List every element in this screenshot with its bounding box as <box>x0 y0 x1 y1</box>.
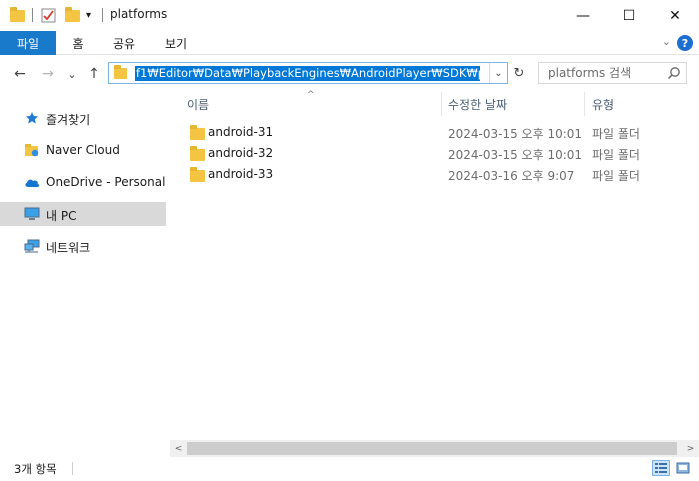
refresh-button[interactable]: ↻ <box>510 64 528 82</box>
column-header-name[interactable]: 이름 <box>187 92 437 116</box>
folder-icon <box>190 146 205 161</box>
sidebar-item-label: 네트워크 <box>46 241 91 255</box>
sidebar-item-onedrive[interactable]: OneDrive - Personal <box>0 170 166 194</box>
tab-home[interactable]: 홈 <box>58 31 98 55</box>
large-icons-view-icon <box>676 462 690 474</box>
sidebar-item-quick-access[interactable]: 즐겨찾기 <box>0 106 166 130</box>
ribbon-tabs: 파일 홈 공유 보기 ⌄ ? <box>0 31 699 55</box>
divider <box>32 8 33 22</box>
search-box[interactable] <box>538 62 687 84</box>
column-divider[interactable] <box>584 92 585 116</box>
customize-toolbar-icon[interactable]: ▾ <box>86 7 91 24</box>
horizontal-scrollbar[interactable]: < > <box>170 440 699 457</box>
file-date: 2024-03-15 오후 10:01 <box>448 127 583 141</box>
file-list: ^ 이름 수정한 날짜 유형 android-31 2024-03-15 오후 … <box>170 90 699 440</box>
recent-locations-button[interactable]: ⌄ <box>64 65 80 83</box>
status-bar: 3개 항목 <box>0 457 699 481</box>
forward-button[interactable]: → <box>38 65 58 83</box>
folder-icon <box>10 6 25 24</box>
column-header-date[interactable]: 수정한 날짜 <box>448 92 583 116</box>
sidebar-item-this-pc[interactable]: 내 PC <box>0 202 166 226</box>
tab-view[interactable]: 보기 <box>154 31 198 55</box>
help-icon[interactable]: ? <box>677 35 693 51</box>
up-button[interactable]: ↑ <box>84 65 104 83</box>
navigation-pane: 즐겨찾기 Naver Cloud OneDrive - Personal 내 P… <box>0 95 166 455</box>
folder-icon <box>190 167 205 182</box>
scroll-right-button[interactable]: > <box>682 440 699 457</box>
address-path[interactable]: f1₩Editor₩Data₩PlaybackEngines₩AndroidPl… <box>135 65 480 81</box>
file-name: android-32 <box>208 146 274 160</box>
details-view-button[interactable] <box>652 460 670 476</box>
file-type: 파일 폴더 <box>592 127 640 141</box>
sidebar-item-label: 즐겨찾기 <box>46 113 91 127</box>
column-divider[interactable] <box>441 92 442 116</box>
close-button[interactable]: ✕ <box>652 0 698 31</box>
column-header-type[interactable]: 유형 <box>592 92 692 116</box>
details-view-icon <box>655 463 667 473</box>
new-folder-icon[interactable] <box>65 6 80 24</box>
sidebar-item-network[interactable]: 네트워크 <box>0 234 166 258</box>
network-icon <box>24 239 40 253</box>
minimize-button[interactable]: — <box>560 0 606 31</box>
title-bar: ▾ platforms — ☐ ✕ <box>0 0 699 31</box>
properties-icon[interactable] <box>41 7 56 24</box>
file-type: 파일 폴더 <box>592 169 640 183</box>
star-icon <box>24 111 40 125</box>
file-date: 2024-03-15 오후 10:01 <box>448 148 583 162</box>
expand-ribbon-icon[interactable]: ⌄ <box>662 35 671 48</box>
onedrive-icon <box>24 175 40 189</box>
sidebar-item-label: OneDrive - Personal <box>46 175 166 189</box>
divider <box>102 8 103 22</box>
scroll-left-button[interactable]: < <box>170 440 187 457</box>
table-row[interactable]: android-32 2024-03-15 오후 10:01 파일 폴더 <box>184 143 684 164</box>
tab-share[interactable]: 공유 <box>102 31 146 55</box>
file-type: 파일 폴더 <box>592 148 640 162</box>
address-bar[interactable]: f1₩Editor₩Data₩PlaybackEngines₩AndroidPl… <box>108 62 508 84</box>
navigation-bar: ← → ⌄ ↑ f1₩Editor₩Data₩PlaybackEngines₩A… <box>0 56 699 92</box>
folder-icon <box>190 125 205 140</box>
address-dropdown-button[interactable]: ⌄ <box>489 63 507 83</box>
file-date: 2024-03-16 오후 9:07 <box>448 169 575 183</box>
sidebar-item-naver-cloud[interactable]: Naver Cloud <box>0 138 166 162</box>
maximize-button[interactable]: ☐ <box>606 0 652 31</box>
back-button[interactable]: ← <box>10 65 30 83</box>
cloud-folder-icon <box>24 143 40 157</box>
computer-icon <box>24 207 40 221</box>
file-name: android-31 <box>208 125 274 139</box>
folder-icon <box>114 64 127 79</box>
sidebar-item-label: Naver Cloud <box>46 143 120 157</box>
item-count: 3개 항목 <box>14 462 57 476</box>
window-title: platforms <box>110 7 168 21</box>
large-icons-view-button[interactable] <box>674 460 692 476</box>
divider <box>72 462 73 475</box>
scrollbar-thumb[interactable] <box>187 442 677 455</box>
file-name: android-33 <box>208 167 274 181</box>
search-input[interactable] <box>548 66 668 80</box>
tab-file[interactable]: 파일 <box>0 31 56 55</box>
search-icon[interactable] <box>667 66 681 80</box>
table-row[interactable]: android-31 2024-03-15 오후 10:01 파일 폴더 <box>184 122 684 143</box>
sidebar-item-label: 내 PC <box>46 209 77 223</box>
table-row[interactable]: android-33 2024-03-16 오후 9:07 파일 폴더 <box>184 164 684 185</box>
